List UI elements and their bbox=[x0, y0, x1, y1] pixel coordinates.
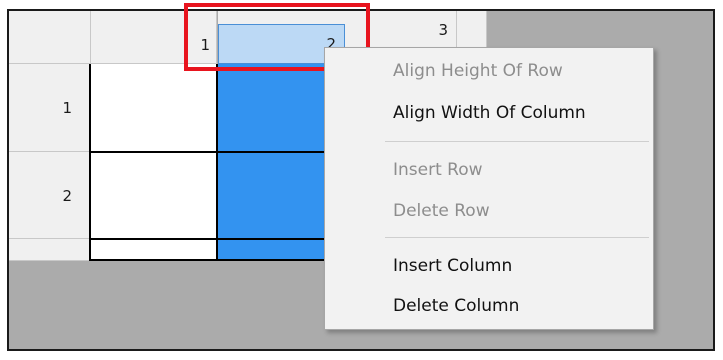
row-header-2-label: 2 bbox=[62, 187, 72, 205]
grid-line-row-1 bbox=[91, 151, 345, 153]
cell-r1-c1[interactable] bbox=[91, 64, 218, 152]
menu-item-align-width-of-column[interactable]: Align Width Of Column bbox=[325, 95, 653, 131]
grid-line-row-2 bbox=[91, 238, 345, 240]
row-header-2[interactable]: 2 bbox=[9, 152, 91, 239]
cell-r2-c1[interactable] bbox=[91, 152, 218, 239]
column-header-3-label: 3 bbox=[438, 21, 448, 39]
menu-separator bbox=[385, 237, 649, 238]
grid-line-row-3 bbox=[91, 259, 345, 261]
grid-line-col-1 bbox=[89, 64, 91, 261]
row-header-1-label: 1 bbox=[62, 99, 72, 117]
menu-item-align-height-of-row[interactable]: Align Height Of Row bbox=[325, 53, 653, 89]
menu-item-insert-row[interactable]: Insert Row bbox=[325, 152, 653, 188]
cell-r3-c1[interactable] bbox=[91, 239, 218, 261]
corner-header-cell[interactable] bbox=[9, 11, 91, 64]
menu-item-delete-column[interactable]: Delete Column bbox=[325, 288, 653, 324]
menu-item-insert-column[interactable]: Insert Column bbox=[325, 248, 653, 284]
grid-line-col-2 bbox=[216, 64, 218, 261]
row-header-3[interactable] bbox=[9, 239, 91, 261]
row-header-1[interactable]: 1 bbox=[9, 64, 91, 152]
context-menu: Align Height Of Row Align Width Of Colum… bbox=[324, 47, 654, 330]
menu-separator bbox=[385, 141, 649, 142]
menu-item-delete-row[interactable]: Delete Row bbox=[325, 193, 653, 229]
